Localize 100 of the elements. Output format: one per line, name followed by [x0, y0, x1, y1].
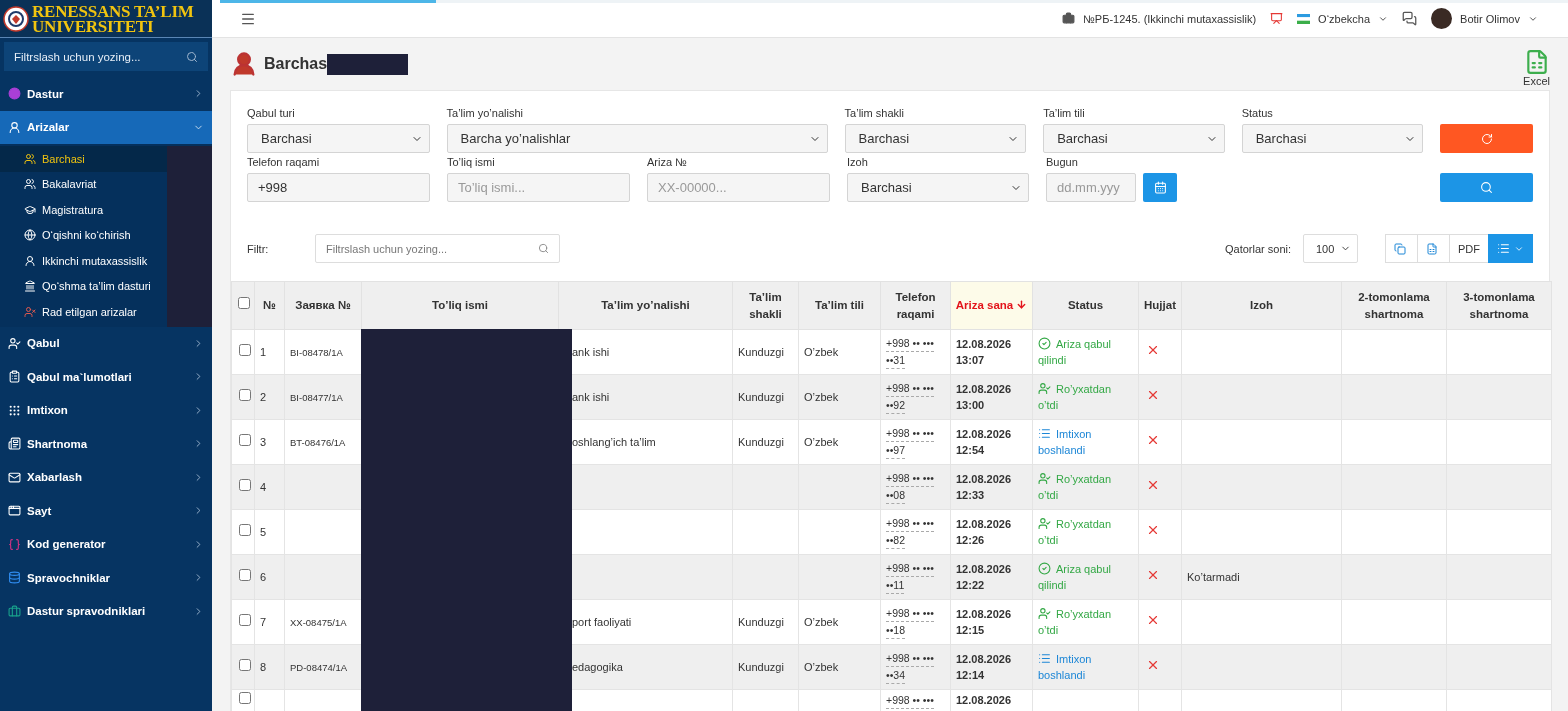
presentation-icon[interactable]: [1270, 12, 1284, 25]
user-menu[interactable]: Botir Olimov: [1431, 8, 1538, 29]
reset-icon: [1480, 132, 1493, 145]
column-header[interactable]: To’liq ismi: [361, 281, 559, 330]
menu-item[interactable]: Spravochniklar: [0, 561, 212, 595]
pdf-button[interactable]: PDF: [1449, 234, 1489, 263]
menu-item[interactable]: Shartnoma: [0, 427, 212, 461]
column-header[interactable]: Заявка №: [284, 281, 362, 330]
column-header[interactable]: 3-tomonlama shartnoma: [1446, 281, 1552, 330]
row-number: 1: [260, 346, 267, 358]
table-cell: ank ishi: [572, 391, 610, 403]
rows-select[interactable]: 100: [1303, 234, 1358, 263]
arrow-down-icon: [1016, 299, 1028, 310]
list-icon: [1038, 427, 1051, 440]
row-number: 8: [260, 661, 267, 673]
phone-text: +998 •• •••: [886, 605, 934, 622]
table-cell: BI-08478/1A: [290, 346, 343, 358]
select-field[interactable]: Barcha yo’nalishlar: [446, 124, 828, 153]
select-field[interactable]: Barchasi: [1241, 124, 1424, 153]
flag-icon: [1297, 13, 1311, 24]
close-icon: [1146, 343, 1160, 357]
avatar: [1431, 8, 1453, 29]
calendar-button[interactable]: [1143, 173, 1177, 202]
checkbox[interactable]: [239, 659, 251, 671]
phone-text: +998 •• •••: [886, 560, 934, 577]
checkbox[interactable]: [239, 479, 251, 491]
phone-text: ••34: [886, 667, 906, 684]
menu-item[interactable]: Dastur: [0, 77, 212, 111]
status-text: Ariza qabul qilindi: [1038, 563, 1112, 591]
row-number: 3: [260, 436, 267, 448]
excel-button[interactable]: Excel: [1523, 49, 1550, 87]
status-text: Imtixon boshlandi: [1038, 653, 1092, 681]
table-cell: port faoliyati: [572, 616, 632, 628]
menu-item[interactable]: Qabul ma`lumotlari: [0, 360, 212, 394]
user-check-icon: [1038, 607, 1051, 620]
time-text: 12:54: [956, 444, 985, 456]
column-header[interactable]: №: [254, 281, 285, 330]
column-header[interactable]: Telefon raqami: [880, 281, 951, 330]
menu-item[interactable]: Sayt: [0, 494, 212, 528]
search-field[interactable]: Filtrslash uchun yozing...: [4, 42, 208, 71]
checkbox[interactable]: [239, 614, 251, 626]
table-cell: Kunduzgi: [738, 346, 784, 358]
date-text: 12.08.2026: [956, 653, 1012, 665]
table-cell: oshlang’ich ta’lim: [572, 436, 656, 448]
checkbox[interactable]: [239, 344, 251, 356]
select-field[interactable]: Barchasi: [1043, 124, 1225, 153]
table-cell: Kunduzgi: [738, 616, 784, 628]
field-label: Ta’lim shakli: [844, 107, 905, 120]
date-text: 12.08.2026: [956, 383, 1012, 395]
select-field[interactable]: Barchasi: [847, 173, 1029, 202]
input-field[interactable]: +998: [247, 173, 430, 202]
column-header[interactable]: Ta’lim yo’nalishi: [558, 281, 733, 330]
column-header[interactable]: Ta’lim shakli: [732, 281, 799, 330]
checkbox[interactable]: [238, 297, 250, 309]
phone-text: ••11: [886, 577, 905, 594]
language-selector[interactable]: O‘zbekcha: [1297, 12, 1389, 25]
phone-text: +998 •• •••: [886, 380, 934, 397]
column-header[interactable]: Status: [1032, 281, 1139, 330]
phone-text: ••08: [886, 487, 906, 504]
date-text: 12.08.2026: [956, 428, 1012, 440]
field-label: To’liq ismi: [447, 156, 496, 169]
select-field[interactable]: Barchasi: [247, 124, 430, 153]
column-header[interactable]: Ta’lim tili: [798, 281, 881, 330]
column-header[interactable]: Izoh: [1181, 281, 1342, 330]
phone-text: +998 •• •••: [886, 470, 934, 487]
context-label: №РБ-1245. (Ikkinchi mutaxassislik): [1083, 12, 1257, 25]
phone-text: +998 •• •••: [886, 335, 934, 352]
search-field[interactable]: Filtrslash uchun yozing...: [315, 234, 560, 263]
menu-item[interactable]: Xabarlash: [0, 460, 212, 494]
row-number: 6: [260, 571, 267, 583]
user-check-icon: [1038, 472, 1051, 485]
date-text: 12.08.2026: [956, 473, 1012, 485]
checkbox[interactable]: [239, 692, 251, 704]
status-text: Ro’yxatdan o’tdi: [1038, 473, 1112, 501]
menu-item[interactable]: Qabul: [0, 326, 212, 360]
table-cell: edagogika: [572, 661, 623, 673]
menu-item[interactable]: Dastur spravodniklari: [0, 594, 212, 628]
status-text: Ro’yxatdan o’tdi: [1038, 383, 1112, 411]
column-header[interactable]: Hujjat: [1138, 281, 1182, 330]
phone-text: +998 •• •••: [886, 692, 934, 709]
menu-item[interactable]: Arizalar: [0, 110, 212, 144]
checkbox[interactable]: [239, 434, 251, 446]
copy-icon: [1394, 242, 1406, 255]
user-check-icon: [1038, 382, 1051, 395]
checkbox[interactable]: [239, 524, 251, 536]
column-header[interactable]: Ariza sana: [950, 281, 1033, 330]
page-title: Barchas: [264, 55, 328, 73]
close-icon: [1146, 388, 1160, 402]
check-circle-icon: [1038, 337, 1051, 350]
select-field[interactable]: Barchasi: [844, 124, 1027, 153]
rows-label: Qatorlar soni:: [1224, 242, 1291, 255]
checkbox[interactable]: [239, 569, 251, 581]
phone-text: ••18: [886, 622, 906, 639]
field-label: Ta’lim tili: [1043, 107, 1086, 120]
status-text: Ro’yxatdan o’tdi: [1038, 608, 1112, 636]
menu-item[interactable]: Kod generator: [0, 527, 212, 561]
menu-item[interactable]: Imtixon: [0, 393, 212, 427]
chat-icon[interactable]: [1402, 11, 1418, 26]
column-header[interactable]: 2-tomonlama shartnoma: [1341, 281, 1447, 330]
checkbox[interactable]: [239, 389, 251, 401]
